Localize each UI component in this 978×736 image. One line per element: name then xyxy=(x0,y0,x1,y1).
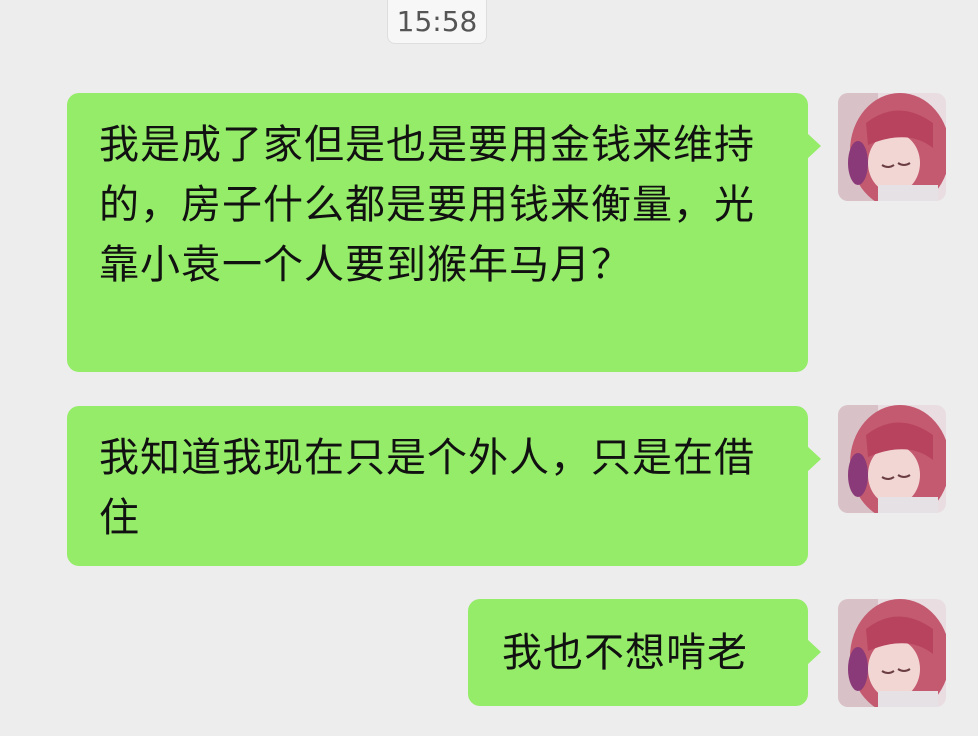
chat-bubble[interactable]: 我也不想啃老 xyxy=(468,599,821,706)
user-avatar-icon[interactable] xyxy=(838,93,946,201)
message-text: 我也不想啃老 xyxy=(502,630,748,676)
message-timestamp: 15:58 xyxy=(387,0,487,44)
chat-bubble[interactable]: 我知道我现在只是个外人，只是在借住 xyxy=(67,406,821,566)
user-avatar-icon[interactable] xyxy=(838,599,946,707)
chat-bubble[interactable]: 我是成了家但是也是要用金钱来维持的，房子什么都是要用钱来衡量，光靠小袁一个人要到… xyxy=(67,93,821,372)
user-avatar-icon[interactable] xyxy=(838,405,946,513)
message-text: 我是成了家但是也是要用金钱来维持的，房子什么都是要用钱来衡量，光靠小袁一个人要到… xyxy=(99,122,755,288)
message-text: 我知道我现在只是个外人，只是在借住 xyxy=(99,435,755,541)
